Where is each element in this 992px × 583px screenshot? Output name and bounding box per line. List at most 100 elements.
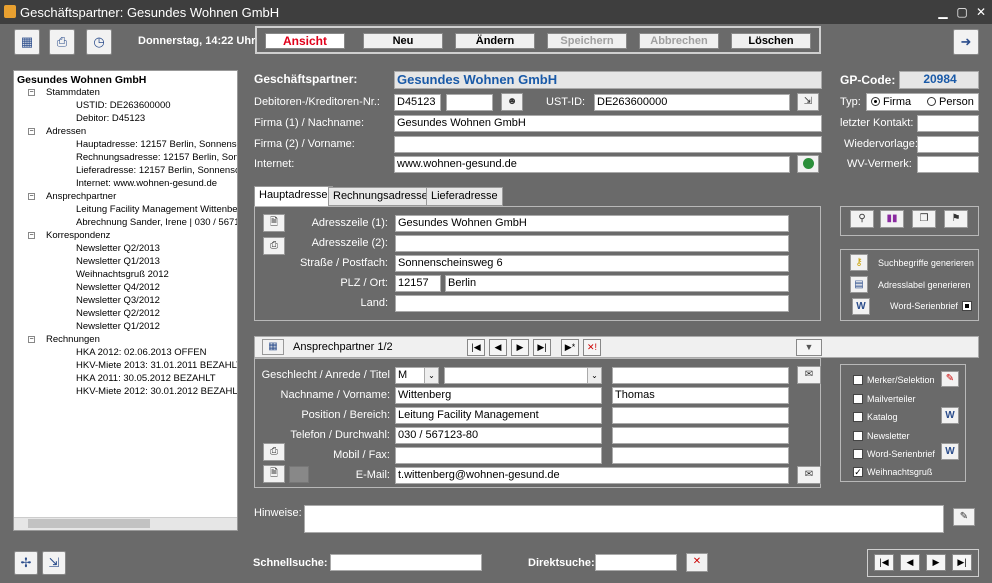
minimize-button[interactable]: ▁ <box>934 4 952 20</box>
tree-leaf[interactable]: Newsletter Q4/2012 <box>76 282 160 293</box>
newsletter-checkbox[interactable] <box>853 431 863 441</box>
vorname-field[interactable]: Thomas <box>612 387 789 404</box>
adresszeile1-field[interactable]: Gesundes Wohnen GmbH <box>395 215 789 232</box>
tree-node[interactable]: Korrespondenz <box>46 230 110 241</box>
radio-firma[interactable] <box>871 97 880 106</box>
tree-leaf[interactable]: Abrechnung Sander, Irene | 030 / 567123- <box>76 217 237 228</box>
radio-person[interactable] <box>927 97 936 106</box>
record-prev-icon[interactable]: ◀ <box>900 554 920 571</box>
maximize-button[interactable]: ▢ <box>953 4 971 20</box>
check-icon[interactable]: ⇲ <box>797 93 819 111</box>
tree-leaf[interactable]: Hauptadresse: 12157 Berlin, Sonnenschein <box>76 139 237 150</box>
exit-icon[interactable]: ➜ <box>953 29 979 55</box>
bereich-field[interactable] <box>612 407 789 424</box>
word-serienbrief-ap-checkbox[interactable] <box>853 449 863 459</box>
collapse-icon[interactable]: − <box>28 193 35 200</box>
land-field[interactable] <box>395 295 789 312</box>
word-serienbrief-checkbox[interactable] <box>962 301 972 311</box>
wv-vermerk-field[interactable] <box>917 156 979 173</box>
email-field[interactable]: t.wittenberg@wohnen-gesund.de <box>395 467 789 484</box>
tree-leaf[interactable]: Debitor: D45123 <box>76 113 145 124</box>
record-last-icon[interactable]: ▶| <box>952 554 972 571</box>
tree-leaf[interactable]: Newsletter Q2/2012 <box>76 308 160 319</box>
ap-dropdown-icon[interactable]: ▼ <box>796 339 822 356</box>
close-button[interactable]: ✕ <box>972 4 990 20</box>
adresszeile2-field[interactable] <box>395 235 789 252</box>
fax-field[interactable] <box>612 447 789 464</box>
tree-leaf[interactable]: Internet: www.wohnen-gesund.de <box>76 178 217 189</box>
abbrechen-button[interactable]: Abbrechen <box>639 33 719 49</box>
speichern-button[interactable]: Speichern <box>547 33 627 49</box>
telefon-field[interactable]: 030 / 567123-80 <box>395 427 602 444</box>
send-mail-icon[interactable]: ✉ <box>797 466 821 484</box>
print-icon[interactable]: ⎙ <box>49 29 75 55</box>
tree-leaf[interactable]: Newsletter Q3/2012 <box>76 295 160 306</box>
anrede-select[interactable]: ⌄ <box>444 367 602 384</box>
schnellsuche-field[interactable] <box>330 554 482 571</box>
ustid-field[interactable]: DE263600000 <box>594 94 790 111</box>
copy-icon[interactable]: ❐ <box>912 210 936 228</box>
word-wsb-icon[interactable]: W <box>941 443 959 460</box>
tree-node[interactable]: Stammdaten <box>46 87 100 98</box>
scroll-thumb[interactable] <box>28 519 150 528</box>
tree-leaf[interactable]: USTID: DE263600000 <box>76 100 171 111</box>
plz-field[interactable]: 12157 <box>395 275 441 292</box>
collapse-icon[interactable]: − <box>28 336 35 343</box>
direktsuche-field[interactable] <box>595 554 677 571</box>
tree-root[interactable]: Gesundes Wohnen GmbH <box>17 74 146 86</box>
tree-node[interactable]: Adressen <box>46 126 86 137</box>
collapse-icon[interactable]: − <box>28 128 35 135</box>
aendern-button[interactable]: Ändern <box>455 33 535 49</box>
wiedervorlage-field[interactable] <box>917 136 979 153</box>
titel-field[interactable] <box>612 367 789 384</box>
nav-last-icon[interactable]: ▶| <box>533 339 551 356</box>
weihnacht-checkbox[interactable]: ✓ <box>853 467 863 477</box>
tree-node[interactable]: Ansprechpartner <box>46 191 116 202</box>
tree-leaf[interactable]: Newsletter Q1/2012 <box>76 321 160 332</box>
tree-leaf[interactable]: Lieferadresse: 12157 Berlin, Sonnensche <box>76 165 237 176</box>
kreditor-field[interactable] <box>446 94 493 111</box>
tab-hauptadresse[interactable]: Hauptadresse <box>254 186 333 207</box>
tree-leaf[interactable]: HKA 2012: 02.06.2013 OFFEN <box>76 347 206 358</box>
durchwahl-field[interactable] <box>612 427 789 444</box>
nav-delete-icon[interactable]: ✕! <box>583 339 601 356</box>
nav-next-icon[interactable]: ▶ <box>511 339 529 356</box>
word-icon[interactable]: W <box>852 298 870 315</box>
nav-new-icon[interactable]: ▶* <box>561 339 579 356</box>
tree-leaf[interactable]: Newsletter Q2/2013 <box>76 243 160 254</box>
note-icon[interactable]: ✎ <box>953 508 975 526</box>
clock-icon[interactable]: ◷ <box>86 29 112 55</box>
geschlecht-select[interactable]: M ⌄ <box>395 367 439 384</box>
list-view-icon[interactable]: ▦ <box>14 29 40 55</box>
adresslabel-label[interactable]: Adresslabel generieren <box>878 280 971 290</box>
tree-node[interactable]: Rechnungen <box>46 334 100 345</box>
resize-icon[interactable]: ⇲ <box>42 551 66 575</box>
label-icon[interactable]: ▤ <box>850 276 868 293</box>
letzter-kontakt-field[interactable] <box>917 115 979 132</box>
tree-leaf[interactable]: Newsletter Q1/2013 <box>76 256 160 267</box>
internet-field[interactable]: www.wohnen-gesund.de <box>394 156 790 173</box>
nav-first-icon[interactable]: |◀ <box>467 339 485 356</box>
loeschen-button[interactable]: Löschen <box>731 33 811 49</box>
merker-checkbox[interactable] <box>853 375 863 385</box>
mobil-field[interactable] <box>395 447 602 464</box>
record-next-icon[interactable]: ▶ <box>926 554 946 571</box>
clear-search-icon[interactable]: ✕ <box>686 553 708 572</box>
chart-icon[interactable]: ▮▮ <box>880 210 904 228</box>
nachname-field[interactable]: Wittenberg <box>395 387 602 404</box>
ap-list-icon[interactable]: ▦ <box>262 339 284 355</box>
tree-leaf[interactable]: Leitung Facility Management Wittenberg, … <box>76 204 237 215</box>
firma2-field[interactable] <box>394 136 822 153</box>
katalog-checkbox[interactable] <box>853 412 863 422</box>
position-field[interactable]: Leitung Facility Management <box>395 407 602 424</box>
selection-icon[interactable]: ✎ <box>941 371 959 387</box>
hinweise-field[interactable] <box>304 505 944 533</box>
preview-icon[interactable]: 🗎 <box>263 214 285 232</box>
collapse-icon[interactable]: − <box>28 89 35 96</box>
mailverteiler-checkbox[interactable] <box>853 394 863 404</box>
mask-icon[interactable]: ☻ <box>501 93 523 111</box>
neu-button[interactable]: Neu <box>363 33 443 49</box>
debitor-field[interactable]: D45123 <box>394 94 441 111</box>
letter-icon[interactable]: ✉ <box>797 366 821 384</box>
nav-prev-icon[interactable]: ◀ <box>489 339 507 356</box>
